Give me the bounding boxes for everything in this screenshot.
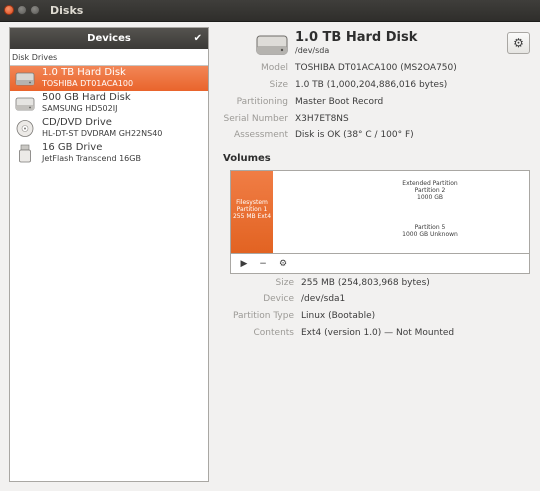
- serial-number-value: X3H7ET8NS: [295, 114, 349, 124]
- gear-icon: ⚙: [513, 36, 524, 50]
- partition-type-label: Partition Type: [232, 311, 294, 321]
- drive-item-16gb[interactable]: 16 GB Drive JetFlash Transcend 16GB: [10, 141, 208, 166]
- device-label: Device: [263, 294, 294, 304]
- partition-5-label[interactable]: Partition 5 1000 GB Unknown: [371, 224, 489, 238]
- drive-name: CD/DVD Drive: [42, 117, 112, 128]
- contents-label: Contents: [253, 328, 294, 338]
- model-value: TOSHIBA DT01ACA100 (MS2OA750): [295, 63, 457, 73]
- partition-size-value: 255 MB (254,803,968 bytes): [301, 278, 430, 288]
- volume-toolbar: ▶ − ⚙: [231, 253, 529, 273]
- minimize-window-button[interactable]: [17, 5, 27, 15]
- optical-drive-icon: [16, 120, 34, 137]
- model-label: Model: [260, 63, 288, 73]
- hard-disk-icon: [15, 97, 35, 111]
- drive-model: JetFlash Transcend 16GB: [42, 154, 141, 163]
- drive-name: 16 GB Drive: [42, 142, 103, 153]
- close-window-button[interactable]: [4, 5, 14, 15]
- drive-name: 1.0 TB Hard Disk: [42, 67, 126, 78]
- hard-disk-icon: [256, 35, 288, 55]
- partition-size-label: Size: [275, 278, 294, 288]
- extended-partition-line: Partition 2: [414, 187, 446, 194]
- device-value: /dev/sda1: [301, 294, 346, 304]
- serial-number-label: Serial Number: [223, 114, 288, 124]
- partition-5-line: 1000 GB Unknown: [402, 231, 458, 238]
- partition-settings-button[interactable]: ⚙: [274, 256, 292, 272]
- minus-icon: −: [259, 259, 267, 269]
- disk-title: 1.0 TB Hard Disk: [295, 30, 418, 45]
- extended-partition-line: 1000 GB: [417, 194, 443, 201]
- partition-1-line: Partition 1: [236, 206, 268, 213]
- window-title: Disks: [50, 4, 84, 17]
- drive-settings-button[interactable]: ⚙: [507, 32, 530, 54]
- gears-icon: ⚙: [278, 259, 288, 269]
- devices-header: Devices ✔: [10, 28, 208, 49]
- play-icon: ▶: [240, 259, 248, 269]
- volumes-map: Filesystem Partition 1 255 MB Ext4 Exten…: [230, 170, 530, 274]
- extended-partition-label[interactable]: Extended Partition Partition 2 1000 GB: [371, 180, 489, 201]
- title-bar: Disks: [0, 0, 540, 22]
- size-label: Size: [269, 80, 288, 90]
- delete-partition-button[interactable]: −: [254, 256, 272, 272]
- assessment-value: Disk is OK (38° C / 100° F): [295, 130, 414, 140]
- partition-1-block[interactable]: Filesystem Partition 1 255 MB Ext4: [231, 171, 273, 253]
- partitioning-label: Partitioning: [236, 97, 288, 107]
- drive-model: SAMSUNG HD502IJ: [42, 104, 118, 113]
- drive-model: TOSHIBA DT01ACA100: [42, 79, 134, 88]
- drive-name: 500 GB Hard Disk: [42, 92, 131, 103]
- size-value: 1.0 TB (1,000,204,886,016 bytes): [295, 80, 448, 90]
- partitioning-value: Master Boot Record: [295, 97, 384, 107]
- devices-sidebar: Devices ✔ Disk Drives 1.0 TB Hard Disk T…: [9, 27, 209, 482]
- partition-5-line: Partition 5: [414, 224, 446, 231]
- assessment-label: Assessment: [234, 130, 288, 140]
- disk-device-path: /dev/sda: [295, 46, 330, 55]
- volumes-title: Volumes: [223, 153, 271, 164]
- partition-type-value: Linux (Bootable): [301, 311, 376, 321]
- contents-value: Ext4 (version 1.0) — Not Mounted: [301, 328, 455, 338]
- partition-1-line: 255 MB Ext4: [232, 213, 272, 220]
- devices-header-label: Devices: [87, 33, 131, 44]
- partition-1-line: Filesystem: [236, 199, 268, 206]
- maximize-window-button[interactable]: [30, 5, 40, 15]
- hard-disk-icon: [15, 72, 35, 86]
- check-icon: ✔: [193, 33, 202, 44]
- extended-partition-line: Extended Partition: [402, 180, 458, 187]
- usb-drive-icon: [19, 144, 31, 163]
- drive-model: HL-DT-ST DVDRAM GH22NS40: [42, 129, 163, 138]
- mount-play-button[interactable]: ▶: [235, 256, 253, 272]
